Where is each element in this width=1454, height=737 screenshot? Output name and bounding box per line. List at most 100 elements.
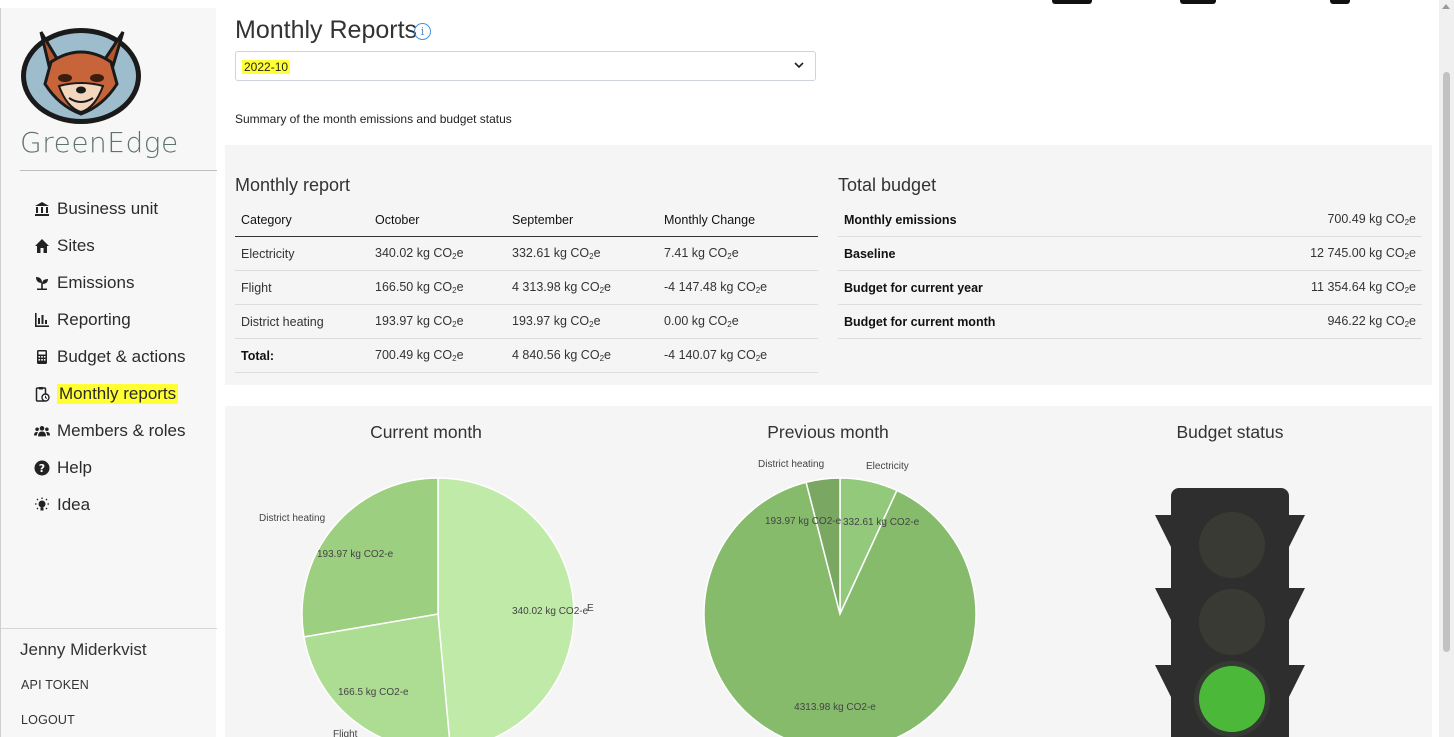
scrollbar-thumb[interactable] bbox=[1443, 72, 1450, 652]
category-cell: Electricity bbox=[235, 236, 369, 271]
column-header: Monthly Change bbox=[658, 203, 818, 237]
sidebar-item-label: Sites bbox=[57, 235, 95, 255]
calculator-icon bbox=[34, 349, 50, 365]
budget-label: Monthly emissions bbox=[838, 203, 1178, 237]
data-label: 193.97 kg CO2-e bbox=[765, 516, 842, 527]
table-header-row: Category October September Monthly Chang… bbox=[235, 203, 818, 237]
sidebar-item-label: Help bbox=[57, 457, 92, 477]
budget-value: 11 354.64 kg CO2e bbox=[1177, 270, 1422, 305]
brand-name: GreenEdge bbox=[20, 126, 179, 159]
table-row: Flight 166.50 kg CO2e 4 313.98 kg CO2e -… bbox=[235, 270, 818, 305]
bank-icon bbox=[34, 201, 50, 217]
user-divider bbox=[1, 628, 217, 629]
cutoff-text-fragment bbox=[1180, 0, 1216, 4]
sidebar-item-business-unit[interactable]: Business unit bbox=[34, 190, 186, 227]
current-month-title: Current month bbox=[370, 422, 482, 442]
table-row: Budget for current month 946.22 kg CO2e bbox=[838, 304, 1422, 339]
total-budget-title: Total budget bbox=[838, 175, 937, 195]
value-cell: 193.97 kg CO2e bbox=[506, 304, 658, 339]
value-cell: 166.50 kg CO2e bbox=[369, 270, 506, 305]
page-title: Monthly Reports bbox=[235, 16, 418, 44]
table-row: Budget for current year 11 354.64 kg CO2… bbox=[838, 270, 1422, 305]
sidebar-item-label: Reporting bbox=[57, 309, 131, 329]
sidebar-item-budget-actions[interactable]: Budget & actions bbox=[34, 338, 186, 375]
monthly-report-title: Monthly report bbox=[235, 175, 351, 195]
monthly-report-table: Category October September Monthly Chang… bbox=[235, 203, 818, 373]
green-light bbox=[1199, 666, 1265, 732]
cutoff-text-fragment bbox=[1052, 0, 1092, 4]
sidebar-item-help[interactable]: ? Help bbox=[34, 449, 186, 486]
value-cell: 340.02 kg CO2e bbox=[369, 236, 506, 271]
data-label: 166.5 kg CO2-e bbox=[338, 687, 409, 698]
logo-fox[interactable] bbox=[19, 22, 143, 126]
budget-label: Baseline bbox=[838, 236, 1178, 271]
value-cell: -4 147.48 kg CO2e bbox=[658, 270, 818, 305]
column-header: Category bbox=[235, 203, 369, 237]
brand-divider bbox=[20, 170, 217, 171]
sidebar-item-monthly-reports[interactable]: Monthly reports bbox=[34, 375, 186, 412]
chevron-down-icon bbox=[794, 62, 804, 69]
sidebar-item-label: Monthly reports bbox=[57, 383, 179, 404]
clipboard-clock-icon bbox=[34, 386, 50, 402]
budget-label: Budget for current month bbox=[838, 304, 1178, 339]
month-select[interactable]: 2022-10 bbox=[235, 51, 816, 81]
previous-month-title: Previous month bbox=[767, 422, 889, 442]
data-label: 193.97 kg CO2-e bbox=[317, 549, 394, 560]
category-label: District heating bbox=[758, 459, 824, 470]
total-budget-table: Monthly emissions 700.49 kg CO2e Baselin… bbox=[838, 203, 1422, 339]
data-label: 4313.98 kg CO2-e bbox=[794, 702, 876, 713]
scroll-up-arrow[interactable] bbox=[1442, 4, 1450, 9]
value-cell: 7.41 kg CO2e bbox=[658, 236, 818, 271]
value-cell: 332.61 kg CO2e bbox=[506, 236, 658, 271]
sidebar-item-label: Business unit bbox=[57, 198, 159, 218]
category-label: Flight bbox=[333, 729, 358, 737]
yellow-light bbox=[1199, 589, 1265, 655]
svg-text:?: ? bbox=[39, 462, 45, 475]
column-header: September bbox=[506, 203, 658, 237]
budget-value: 946.22 kg CO2e bbox=[1177, 304, 1422, 339]
table-row: Monthly emissions 700.49 kg CO2e bbox=[838, 203, 1422, 237]
data-label: 332.61 kg CO2-e bbox=[843, 517, 920, 528]
sidebar-item-idea[interactable]: Idea bbox=[34, 486, 186, 523]
cutoff-text-fragment bbox=[1330, 0, 1350, 4]
scrollbar[interactable] bbox=[1439, 0, 1454, 737]
current-month-pie-chart: 340.02 kg CO2-eE 166.5 kg CO2-e Flight 193.… bbox=[259, 477, 594, 737]
month-select-value: 2022-10 bbox=[242, 60, 291, 74]
sidebar-item-sites[interactable]: Sites bbox=[34, 227, 186, 264]
info-icon[interactable]: i bbox=[414, 23, 431, 40]
value-cell: 4 840.56 kg CO2e bbox=[506, 338, 658, 373]
sidebar-item-emissions[interactable]: Emissions bbox=[34, 264, 186, 301]
sidebar-item-members-roles[interactable]: Members & roles bbox=[34, 412, 186, 449]
budget-label: Budget for current year bbox=[838, 270, 1178, 305]
value-cell: -4 140.07 kg CO2e bbox=[658, 338, 818, 373]
data-label: 340.02 kg CO2-e bbox=[512, 606, 589, 617]
total-label: Total: bbox=[235, 338, 369, 373]
sidebar-item-reporting[interactable]: Reporting bbox=[34, 301, 186, 338]
category-label: District heating bbox=[259, 513, 325, 524]
category-cell: District heating bbox=[235, 304, 369, 339]
seedling-icon bbox=[34, 275, 50, 291]
api-token-link[interactable]: API TOKEN bbox=[21, 678, 89, 692]
sidebar-item-label: Emissions bbox=[57, 272, 135, 292]
logout-link[interactable]: LOGOUT bbox=[21, 713, 75, 727]
sidebar: GreenEdge Business unit Sites Emissions … bbox=[0, 8, 217, 737]
lightbulb-icon bbox=[34, 497, 50, 513]
category-cell: Flight bbox=[235, 270, 369, 305]
users-icon bbox=[34, 423, 50, 439]
budget-traffic-light bbox=[1155, 488, 1305, 737]
top-strip bbox=[0, 0, 1454, 8]
total-row: Total: 700.49 kg CO2e 4 840.56 kg CO2e -… bbox=[235, 338, 818, 373]
sidebar-item-label: Members & roles bbox=[57, 420, 186, 440]
home-icon bbox=[34, 238, 50, 254]
user-name: Jenny Miderkvist bbox=[20, 640, 147, 659]
value-cell: 193.97 kg CO2e bbox=[369, 304, 506, 339]
budget-status-title: Budget status bbox=[1176, 422, 1284, 442]
sidebar-nav: Business unit Sites Emissions Reporting … bbox=[34, 190, 186, 523]
bar-chart-icon bbox=[34, 312, 50, 328]
previous-month-pie-chart: 332.61 kg CO2-e Electricity 4313.98 kg CO2… bbox=[703, 459, 977, 737]
summary-text: Summary of the month emissions and budge… bbox=[235, 112, 512, 126]
value-cell: 700.49 kg CO2e bbox=[369, 338, 506, 373]
sidebar-item-label: Idea bbox=[57, 494, 91, 514]
question-circle-icon: ? bbox=[34, 460, 50, 476]
category-label: Electricity bbox=[866, 461, 909, 472]
